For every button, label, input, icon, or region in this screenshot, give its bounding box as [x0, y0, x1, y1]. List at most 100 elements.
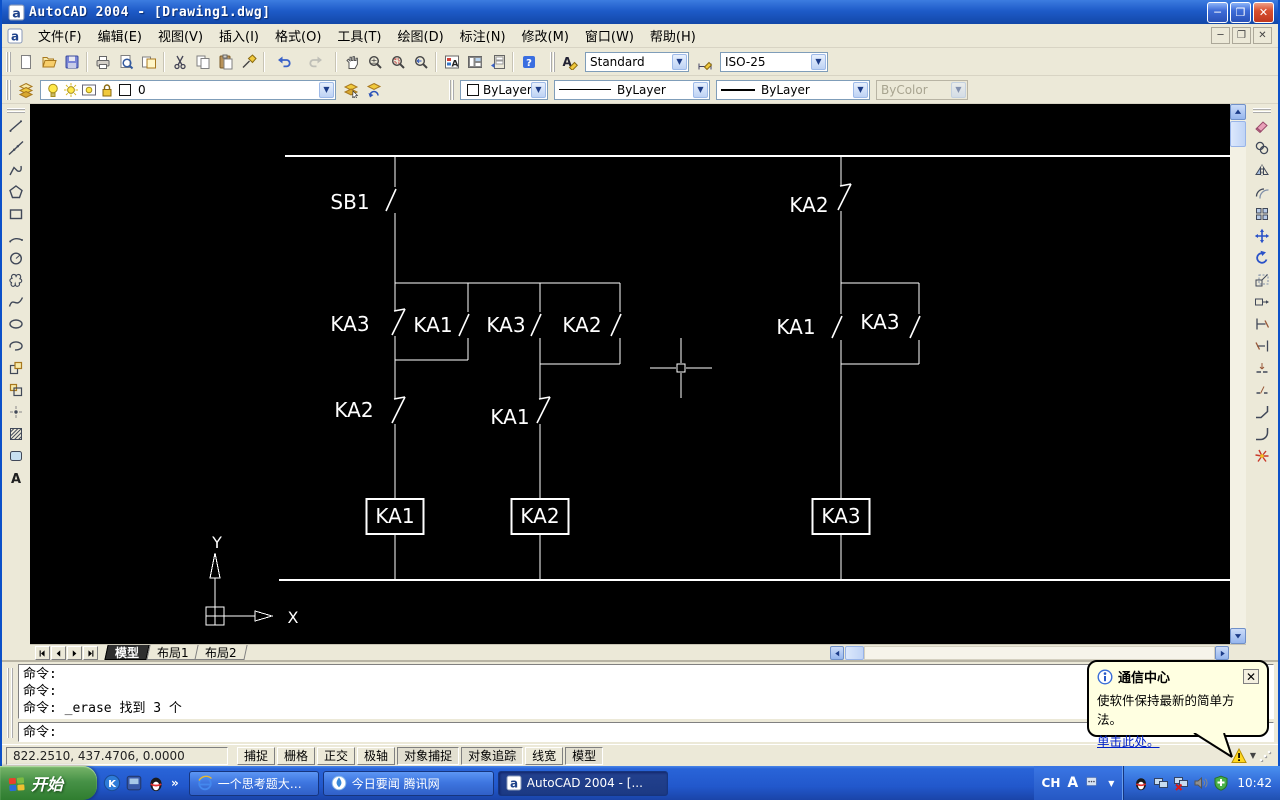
zoom-realtime-button[interactable]: ±: [363, 51, 386, 73]
cut-button[interactable]: [168, 51, 191, 73]
toggle-极轴[interactable]: 极轴: [357, 747, 395, 765]
lineweight-combo[interactable]: ByLayer ▼: [716, 80, 870, 100]
menu-item-1[interactable]: 文件(F): [30, 23, 90, 48]
redo-button[interactable]: [300, 51, 332, 73]
toggle-栅格[interactable]: 栅格: [277, 747, 315, 765]
zoom-window-button[interactable]: [386, 51, 409, 73]
chevron-down-icon[interactable]: ▼: [531, 82, 546, 98]
revision-cloud-button[interactable]: [5, 269, 28, 291]
shield-icon[interactable]: [1213, 775, 1229, 791]
toolbar-grip[interactable]: [6, 80, 11, 100]
mdi-close-button[interactable]: ✕: [1253, 27, 1272, 44]
undo-button[interactable]: [268, 51, 300, 73]
drawing-canvas[interactable]: SB1KA3KA1KA3KA2KA2KA1KA2KA1KA3KA1KA2KA3Y…: [30, 104, 1230, 644]
tab-布局2[interactable]: 布局2: [194, 645, 247, 660]
multiline-text-button[interactable]: A: [5, 467, 28, 489]
network-error-icon[interactable]: [1173, 775, 1189, 791]
toggle-捕捉[interactable]: 捕捉: [237, 747, 275, 765]
toggle-线宽[interactable]: 线宽: [525, 747, 563, 765]
save-button[interactable]: [60, 51, 83, 73]
polyline-button[interactable]: [5, 159, 28, 181]
computers-icon[interactable]: [1153, 775, 1169, 791]
dim-style-icon[interactable]: [693, 51, 716, 73]
circle-button[interactable]: [5, 247, 28, 269]
toolbar-grip[interactable]: [7, 108, 25, 113]
move-button[interactable]: [1251, 225, 1274, 247]
erase-button[interactable]: [1251, 115, 1274, 137]
vertical-scrollbar[interactable]: [1230, 104, 1246, 644]
plot-button[interactable]: [91, 51, 114, 73]
horizontal-scroll-thumb[interactable]: [845, 646, 864, 660]
make-block-button[interactable]: [5, 379, 28, 401]
menu-item-10[interactable]: 窗口(W): [577, 23, 642, 48]
ellipse-arc-button[interactable]: [5, 335, 28, 357]
overflow-chevron[interactable]: »: [171, 776, 179, 790]
qq-icon[interactable]: [147, 774, 165, 792]
rectangle-button[interactable]: [5, 203, 28, 225]
construction-line-button[interactable]: [5, 137, 28, 159]
k-circle-icon[interactable]: K: [103, 774, 121, 792]
hatch-button[interactable]: [5, 423, 28, 445]
menu-item-2[interactable]: 编辑(E): [90, 23, 150, 48]
nav-last-button[interactable]: [83, 646, 98, 660]
nav-first-button[interactable]: [35, 646, 50, 660]
toggle-模型[interactable]: 模型: [565, 747, 603, 765]
toolbar-grip[interactable]: [449, 80, 454, 100]
region-button[interactable]: [5, 445, 28, 467]
mdi-restore-button[interactable]: ❐: [1232, 27, 1251, 44]
language-chevron-icon[interactable]: ▼: [1108, 779, 1114, 788]
insert-block-button[interactable]: [5, 357, 28, 379]
properties-button[interactable]: A: [440, 51, 463, 73]
help-button[interactable]: ?: [517, 51, 540, 73]
menu-item-9[interactable]: 修改(M): [514, 23, 577, 48]
mdi-minimize-button[interactable]: ─: [1211, 27, 1230, 44]
zoom-previous-button[interactable]: [409, 51, 432, 73]
extend-button[interactable]: [1251, 335, 1274, 357]
pan-button[interactable]: [340, 51, 363, 73]
language-options-icon[interactable]: [1085, 775, 1101, 791]
scale-button[interactable]: [1251, 269, 1274, 291]
copy-object-button[interactable]: [1251, 137, 1274, 159]
color-combo[interactable]: ByLayer ▼: [460, 80, 548, 100]
task-button-2[interactable]: 今日要闻 腾讯网: [323, 771, 494, 796]
design-center-button[interactable]: [463, 51, 486, 73]
explode-button[interactable]: [1251, 445, 1274, 467]
restore-button[interactable]: ❐: [1230, 2, 1251, 23]
task-button-3[interactable]: aAutoCAD 2004 - [...: [498, 771, 668, 796]
toggle-对象追踪[interactable]: 对象追踪: [461, 747, 523, 765]
qq-icon[interactable]: [1133, 775, 1149, 791]
trim-button[interactable]: [1251, 313, 1274, 335]
chevron-down-icon[interactable]: ▼: [693, 82, 708, 98]
tab-布局1[interactable]: 布局1: [146, 645, 199, 660]
scroll-left-button[interactable]: [830, 646, 844, 660]
arc-button[interactable]: [5, 225, 28, 247]
speaker-icon[interactable]: [1193, 775, 1209, 791]
chevron-down-icon[interactable]: ▼: [811, 54, 826, 70]
command-history[interactable]: 命令:命令:命令: _erase 找到 3 个: [18, 664, 1274, 719]
language-indicator[interactable]: CH: [1042, 776, 1061, 790]
nav-next-button[interactable]: [67, 646, 82, 660]
menu-item-6[interactable]: 工具(T): [329, 23, 389, 48]
dim-style-combo[interactable]: ISO-25 ▼: [720, 52, 828, 72]
chevron-down-icon[interactable]: ▼: [672, 54, 687, 70]
toolbar-grip[interactable]: [550, 52, 555, 72]
spline-button[interactable]: [5, 291, 28, 313]
menu-item-7[interactable]: 绘图(D): [390, 23, 452, 48]
line-button[interactable]: [5, 115, 28, 137]
scroll-down-button[interactable]: [1230, 628, 1246, 644]
layer-previous-button[interactable]: [362, 79, 385, 101]
scroll-up-button[interactable]: [1230, 104, 1246, 120]
tab-模型[interactable]: 模型: [104, 645, 149, 660]
paste-button[interactable]: [214, 51, 237, 73]
rotate-button[interactable]: [1251, 247, 1274, 269]
menu-item-11[interactable]: 帮助(H): [642, 23, 704, 48]
stretch-button[interactable]: [1251, 291, 1274, 313]
make-object-layer-current-button[interactable]: [339, 79, 362, 101]
resize-grip[interactable]: [1259, 749, 1272, 762]
balloon-close-icon[interactable]: ✕: [1243, 669, 1259, 684]
publish-button[interactable]: [137, 51, 160, 73]
toggle-正交[interactable]: 正交: [317, 747, 355, 765]
chevron-down-icon[interactable]: ▼: [319, 82, 334, 98]
menu-item-4[interactable]: 插入(I): [211, 23, 267, 48]
layer-properties-button[interactable]: [14, 79, 37, 101]
